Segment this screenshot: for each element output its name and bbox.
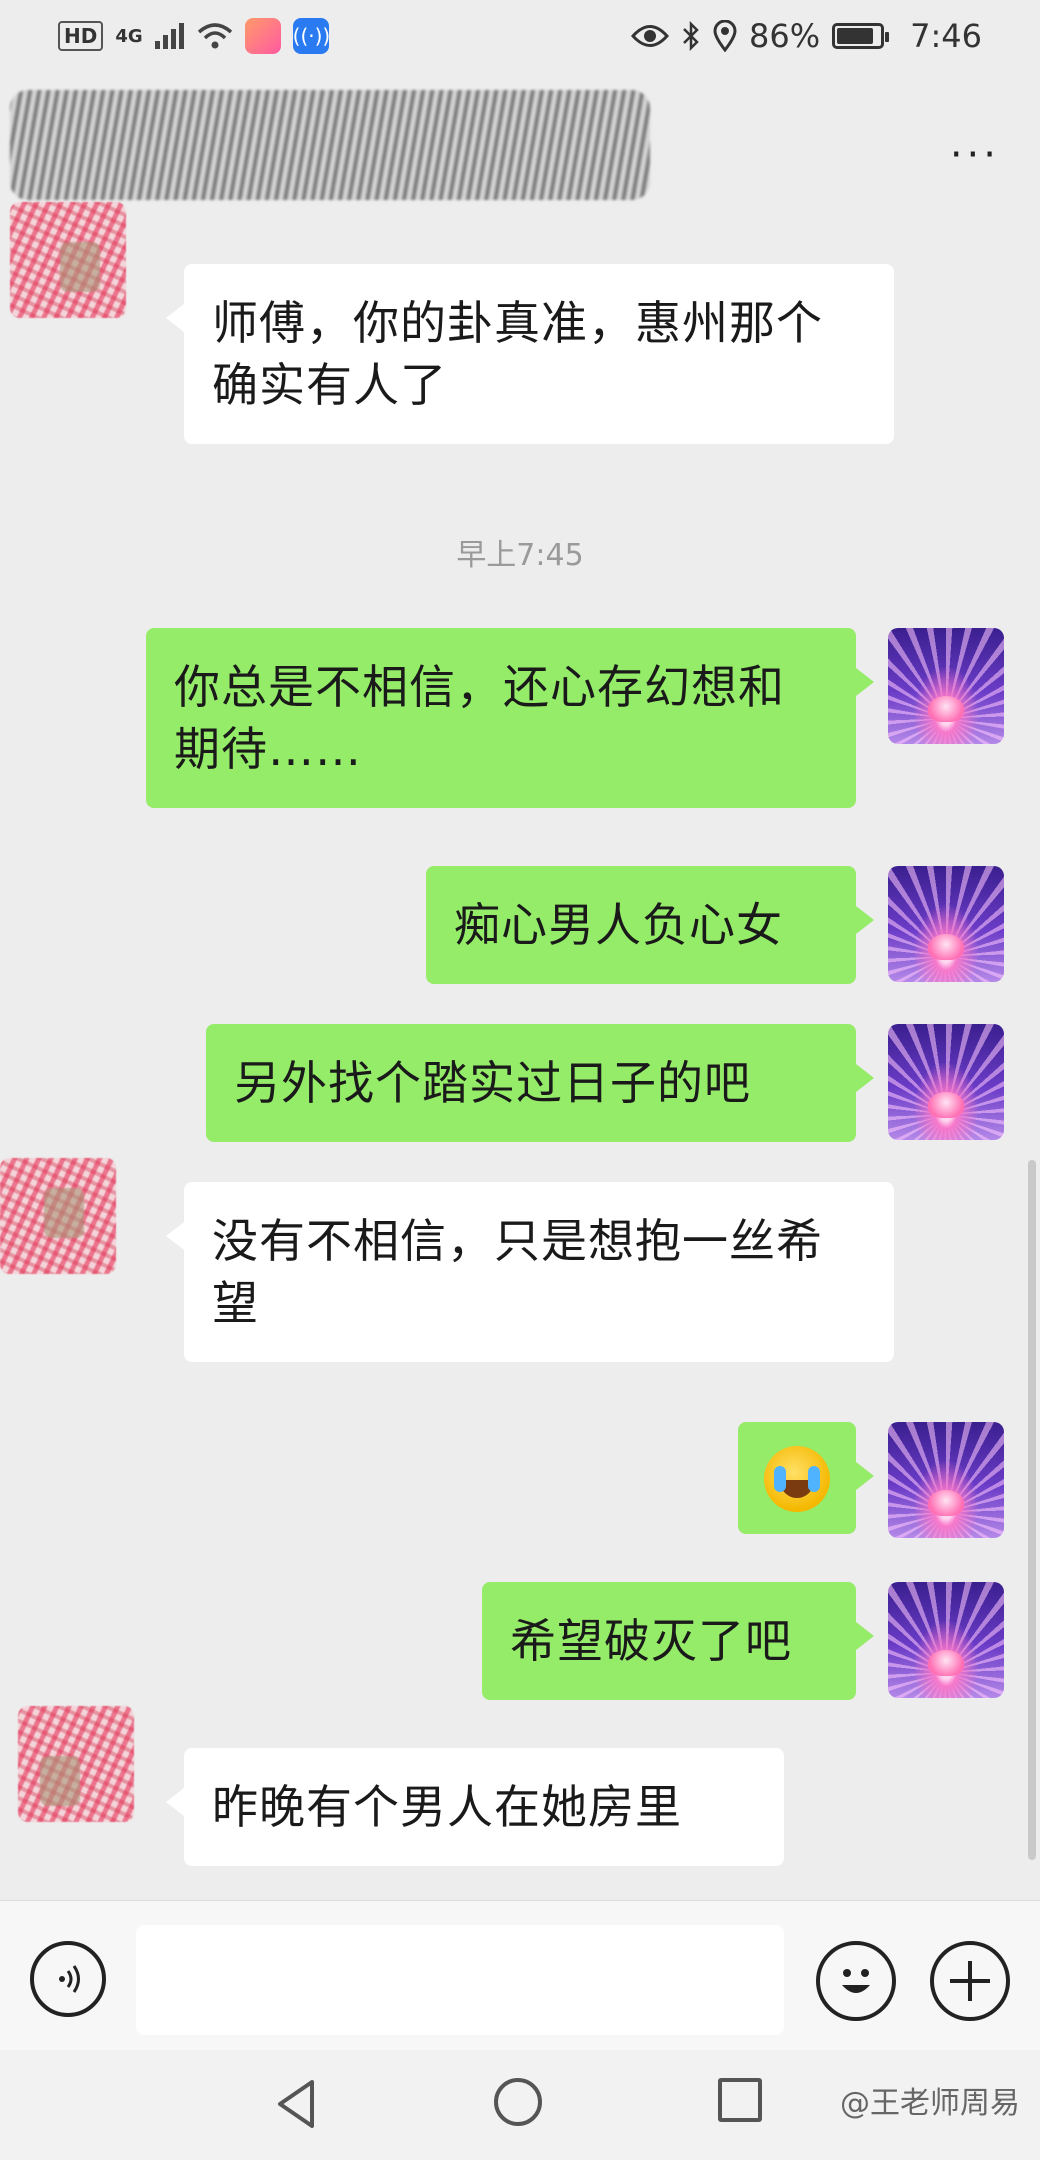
message-bubble-incoming[interactable]: 昨晚有个男人在她房里 — [166, 1748, 784, 1866]
input-bar — [0, 1900, 1040, 2050]
message-text: 希望破灭了吧 — [510, 1614, 792, 1668]
home-icon[interactable] — [494, 2078, 542, 2126]
location-icon — [713, 20, 737, 52]
recent-apps-icon[interactable] — [718, 2078, 762, 2122]
message-bubble-outgoing[interactable] — [738, 1422, 874, 1534]
voice-icon[interactable] — [30, 1941, 106, 2017]
network-indicator: 4G — [115, 25, 143, 47]
message-text: 师傅，你的卦真准，惠州那个确实有人了 — [212, 296, 823, 412]
bluetooth-icon — [683, 21, 699, 51]
my-avatar[interactable] — [888, 866, 1004, 982]
battery-percent: 86% — [749, 17, 821, 55]
message-input[interactable] — [136, 1925, 784, 2035]
contact-avatar[interactable] — [10, 202, 126, 318]
eye-icon — [631, 25, 670, 47]
plus-icon[interactable] — [930, 1941, 1010, 2021]
wifi-icon — [197, 23, 232, 49]
message-timestamp: 早上7:45 — [456, 538, 584, 573]
hotspot-icon: ((·)) — [292, 18, 330, 54]
back-icon[interactable] — [272, 2078, 320, 2130]
my-avatar[interactable] — [888, 628, 1004, 744]
message-bubble-incoming[interactable]: 师傅，你的卦真准，惠州那个确实有人了 — [166, 264, 894, 444]
message-text: 痴心男人负心女 — [454, 898, 783, 952]
status-left: HD 4G ((·)) — [58, 18, 330, 54]
message-list[interactable]: 师傅，你的卦真准，惠州那个确实有人了 早上7:45 你总是不相信，还心存幻想和期… — [0, 202, 1040, 1900]
message-bubble-outgoing[interactable]: 痴心男人负心女 — [426, 866, 874, 984]
hd-indicator: HD — [58, 21, 104, 51]
crying-laughing-emoji-icon — [764, 1445, 830, 1512]
emoji-icon[interactable] — [816, 1941, 896, 2021]
chat-scrollbar[interactable] — [1028, 1160, 1036, 1860]
more-options-button[interactable]: ··· — [950, 132, 1000, 178]
status-bar: HD 4G ((·)) 86% 7:46 — [0, 0, 1040, 72]
signal-icon — [154, 23, 184, 49]
my-avatar[interactable] — [888, 1024, 1004, 1140]
chat-header: ··· — [0, 72, 1040, 212]
message-text: 没有不相信，只是想抱一丝希望 — [212, 1214, 823, 1330]
message-bubble-outgoing[interactable]: 另外找个踏实过日子的吧 — [206, 1024, 874, 1142]
my-avatar[interactable] — [888, 1582, 1004, 1698]
watermark: @王老师周易 — [840, 2086, 1020, 2121]
chat-title-redacted — [10, 90, 650, 200]
status-right: 86% 7:46 — [631, 17, 982, 55]
message-bubble-outgoing[interactable]: 希望破灭了吧 — [482, 1582, 874, 1700]
message-bubble-outgoing[interactable]: 你总是不相信，还心存幻想和期待…… — [146, 628, 874, 808]
message-text: 昨晚有个男人在她房里 — [212, 1780, 682, 1834]
clock: 7:46 — [910, 17, 982, 55]
app-notification-icon — [244, 18, 281, 54]
contact-avatar[interactable] — [18, 1706, 134, 1822]
message-text: 你总是不相信，还心存幻想和期待…… — [174, 660, 785, 776]
my-avatar[interactable] — [888, 1422, 1004, 1538]
message-text: 另外找个踏实过日子的吧 — [234, 1056, 751, 1110]
message-bubble-incoming[interactable]: 没有不相信，只是想抱一丝希望 — [166, 1182, 894, 1362]
contact-avatar[interactable] — [0, 1158, 116, 1274]
battery-icon — [832, 23, 890, 49]
